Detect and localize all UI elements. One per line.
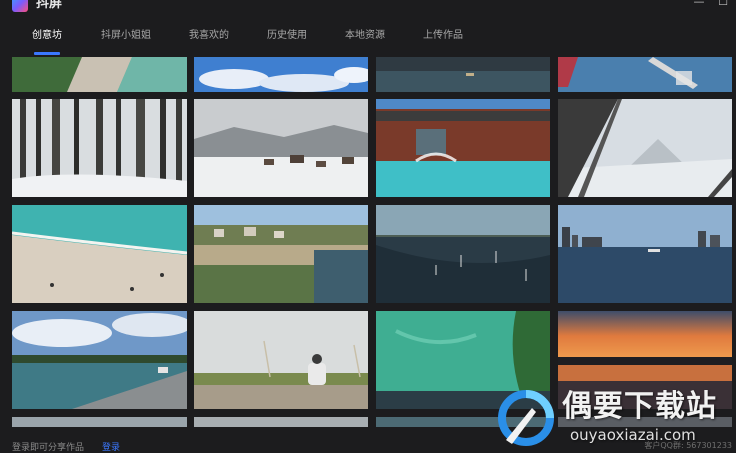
tab-creative-workshop[interactable]: 创意坊	[32, 24, 62, 55]
wallpaper-gallery	[0, 57, 736, 427]
thumbnail-pier[interactable]	[558, 57, 732, 92]
thumbnail-clifftop-village[interactable]	[194, 205, 368, 303]
window-controls: — ☐	[692, 0, 730, 8]
watermark-url: ouyaoxiazai.com	[570, 426, 696, 444]
tab-bar: 创意坊 抖屏小姐姐 我喜欢的 历史使用 本地资源 上传作品	[0, 24, 736, 56]
maximize-button[interactable]: ☐	[716, 0, 730, 8]
tab-history[interactable]: 历史使用	[267, 24, 307, 48]
thumbnail-lake-sailboats[interactable]	[376, 205, 550, 303]
tab-favorites[interactable]: 我喜欢的	[189, 24, 229, 48]
tab-upload-works[interactable]: 上传作品	[423, 24, 463, 48]
app-logo-icon	[12, 0, 28, 12]
login-link[interactable]: 登录	[102, 440, 120, 453]
thumbnail-snowy-forest[interactable]	[12, 99, 187, 197]
tab-local-resources[interactable]: 本地资源	[345, 24, 385, 48]
thumbnail-coast-path[interactable]	[12, 57, 187, 92]
thumbnail-person-sitting-grass[interactable]	[194, 311, 368, 409]
thumbnail-dusk-water[interactable]	[376, 57, 550, 92]
thumbnail-partial[interactable]	[12, 417, 187, 427]
footer-hint: 登录即可分享作品	[12, 443, 85, 453]
minimize-button[interactable]: —	[692, 0, 706, 8]
thumbnail-lakeside-road[interactable]	[12, 311, 187, 409]
watermark-text: 偶要下载站	[562, 389, 717, 424]
thumbnail-mountain-bridge[interactable]	[558, 99, 732, 197]
thumbnail-city-lake[interactable]	[558, 205, 732, 303]
tab-dou-ping-girls[interactable]: 抖屏小姐姐	[101, 24, 151, 48]
thumbnail-pool-house[interactable]	[376, 99, 550, 197]
thumbnail-blue-sky[interactable]	[194, 57, 368, 92]
title-bar: 抖屏 — ☐	[0, 0, 736, 16]
app-title: 抖屏	[36, 0, 63, 11]
site-watermark: 偶要下载站 ouyaoxiazai.com	[496, 384, 736, 452]
watermark-logo-icon	[498, 390, 554, 446]
thumbnail-turquoise-beach[interactable]	[12, 205, 187, 303]
thumbnail-snowy-village[interactable]	[194, 99, 368, 197]
thumbnail-partial[interactable]	[194, 417, 368, 427]
